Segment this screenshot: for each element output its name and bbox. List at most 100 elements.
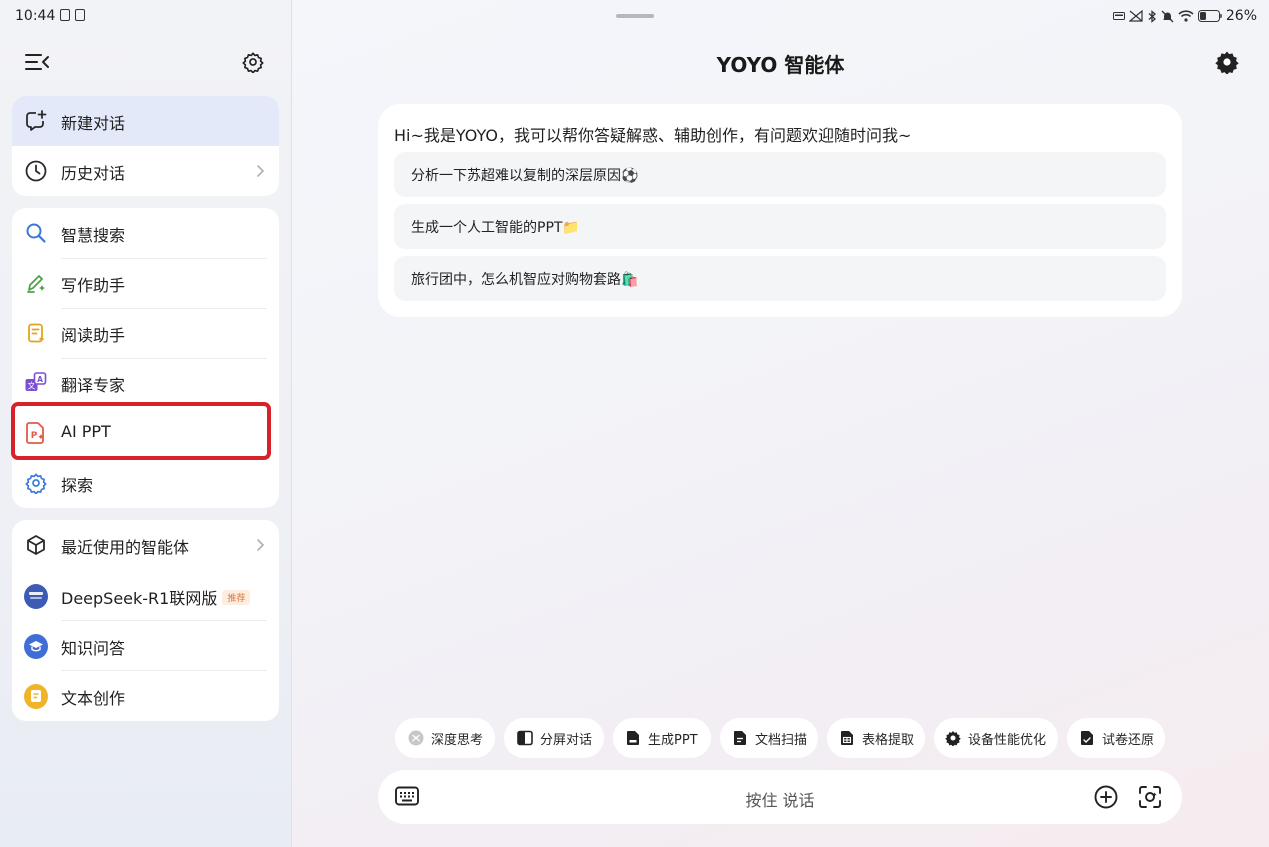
collapse-sidebar-button[interactable] — [23, 50, 51, 74]
sidebar-item-writing-assistant[interactable]: 写作助手 — [12, 258, 279, 308]
wifi-icon — [1178, 10, 1194, 22]
sidebar-item-explore[interactable]: 探索 — [12, 458, 279, 508]
gear-icon — [945, 730, 961, 746]
gear-filled-icon — [1215, 51, 1239, 74]
sidebar-topbar — [0, 42, 292, 82]
chevron-right-icon — [257, 165, 265, 177]
sidebar-item-label: 智慧搜索 — [61, 226, 126, 245]
suggestion-item[interactable]: 分析一下苏超难以复制的深层原因⚽ — [394, 152, 1166, 197]
sidebar-item-smart-search[interactable]: 智慧搜索 — [12, 208, 279, 258]
sidebar-item-ai-ppt[interactable]: P AI PPT — [12, 408, 279, 458]
chip-table-extract[interactable]: 表格提取 — [827, 718, 925, 758]
sidebar-item-label: 历史对话 — [61, 164, 126, 183]
battery-icon — [1197, 10, 1222, 22]
svg-text:A: A — [37, 375, 43, 384]
collapse-menu-icon — [25, 54, 49, 70]
settings-button[interactable] — [241, 50, 265, 74]
text-creation-avatar — [24, 683, 48, 709]
chip-performance-optimize[interactable]: 设备性能优化 — [934, 718, 1058, 758]
deepseek-label: DeepSeek-R1联网版 — [61, 589, 218, 608]
chip-label: 设备性能优化 — [968, 732, 1047, 748]
suggestion-item[interactable]: 生成一个人工智能的PPT📁 — [394, 204, 1166, 249]
add-attachment-button[interactable] — [1093, 784, 1119, 814]
hold-to-talk-button[interactable]: 按住 说话 — [378, 787, 1182, 811]
sidebar-item-reading-assistant[interactable]: 阅读助手 — [12, 308, 279, 358]
plus-circle-icon — [1094, 785, 1118, 809]
sidebar-item-label: 写作助手 — [61, 276, 126, 295]
sidebar-item-history[interactable]: 历史对话 — [12, 146, 279, 196]
welcome-message: Hi~我是YOYO，我可以帮你答疑解惑、辅助创作，有问题欢迎随时问我~ — [394, 126, 912, 145]
chip-generate-ppt[interactable]: 生成PPT — [613, 718, 711, 758]
translate-icon: 文A — [24, 371, 48, 395]
sidebar-item-translation-expert[interactable]: 文A 翻译专家 — [12, 358, 279, 408]
voice-input-bar: 按住 说话 — [378, 770, 1182, 824]
keyboard-status-icon — [1112, 12, 1125, 20]
clock-icon — [24, 159, 48, 183]
sidebar-item-new-chat[interactable]: 新建对话 — [12, 96, 279, 146]
status-icons: 26% — [1112, 8, 1257, 24]
page-title: YOYO 智能体 — [716, 53, 845, 77]
exam-restore-icon — [1079, 730, 1095, 746]
sidebar-item-label: 最近使用的智能体 — [61, 538, 190, 557]
no-signal-icon — [1128, 10, 1143, 22]
chip-label: 分屏对话 — [540, 732, 593, 748]
ppt-icon — [625, 730, 641, 746]
chip-exam-restore[interactable]: 试卷还原 — [1067, 718, 1165, 758]
sidebar-item-deepseek[interactable]: DeepSeek-R1联网版 推荐 — [12, 571, 279, 621]
doc-scan-icon — [732, 730, 748, 746]
clock-text: 10:44 — [15, 8, 56, 24]
sidebar-card-tools: 智慧搜索 写作助手 阅读助手 文A 翻译专家 P AI PPT 探索 — [12, 208, 279, 508]
deep-think-icon — [408, 730, 424, 746]
table-extract-icon — [839, 730, 855, 746]
gear-icon — [242, 52, 264, 73]
deepseek-avatar — [24, 583, 48, 609]
sidebar-item-label: AI PPT — [61, 422, 111, 441]
sidebar-card-agents: 最近使用的智能体 DeepSeek-R1联网版 推荐 知识问答 文本创作 — [12, 520, 279, 721]
suggestion-text: 生成一个人工智能的PPT📁 — [411, 220, 580, 236]
recommend-badge: 推荐 — [222, 590, 251, 605]
suggestion-text: 旅行团中，怎么机智应对购物套路🛍️ — [411, 272, 639, 288]
scan-button[interactable] — [1137, 784, 1163, 814]
status-bar: 10:44 26% — [0, 0, 1269, 34]
pen-sparkle-icon — [24, 271, 48, 295]
explore-gear-icon — [24, 471, 48, 495]
chip-label: 试卷还原 — [1102, 732, 1155, 748]
svg-text:P: P — [31, 431, 38, 441]
suggestion-text: 分析一下苏超难以复制的深层原因⚽ — [411, 168, 639, 184]
sidebar-item-label: 文本创作 — [61, 689, 126, 708]
sidebar-item-recent-agents[interactable]: 最近使用的智能体 — [12, 520, 279, 570]
cube-icon — [24, 533, 48, 557]
sidebar-item-label: DeepSeek-R1联网版 推荐 — [61, 585, 251, 609]
drag-handle[interactable] — [616, 14, 654, 18]
split-screen-icon — [517, 730, 533, 746]
chip-deep-think[interactable]: 深度思考 — [395, 718, 495, 758]
search-icon — [24, 221, 48, 245]
sidebar-item-label: 新建对话 — [61, 114, 126, 133]
suggestion-item[interactable]: 旅行团中，怎么机智应对购物套路🛍️ — [394, 256, 1166, 301]
sidebar-item-label: 翻译专家 — [61, 376, 126, 395]
sidebar-item-label: 知识问答 — [61, 639, 126, 658]
chip-label: 深度思考 — [431, 732, 484, 748]
scan-icon — [1139, 786, 1161, 808]
sidebar-card-chats: 新建对话 历史对话 — [12, 96, 279, 196]
sidebar-item-text-creation[interactable]: 文本创作 — [12, 671, 279, 721]
sidebar-item-label: 阅读助手 — [61, 326, 126, 345]
sim-icon — [60, 9, 71, 21]
agent-settings-button[interactable] — [1215, 50, 1239, 74]
chip-label: 文档扫描 — [755, 732, 808, 748]
chip-label: 生成PPT — [648, 732, 698, 748]
ppt-file-icon: P — [24, 421, 48, 445]
sidebar-item-label: 探索 — [61, 476, 94, 495]
chip-split-screen[interactable]: 分屏对话 — [504, 718, 604, 758]
new-chat-icon — [24, 109, 48, 133]
mute-bell-icon — [1161, 10, 1174, 22]
chevron-right-icon — [257, 539, 265, 551]
sidebar: 新建对话 历史对话 智慧搜索 写作助手 阅读助手 文 A 翻译专家 P AI P… — [0, 0, 292, 847]
bluetooth-icon — [1148, 9, 1156, 23]
graduation-cap-avatar — [24, 633, 48, 659]
sidebar-item-knowledge-qa[interactable]: 知识问答 — [12, 621, 279, 671]
chip-doc-scan[interactable]: 文档扫描 — [720, 718, 818, 758]
status-time: 10:44 — [15, 8, 86, 24]
sim-icon — [75, 9, 86, 21]
chip-label: 表格提取 — [862, 732, 915, 748]
